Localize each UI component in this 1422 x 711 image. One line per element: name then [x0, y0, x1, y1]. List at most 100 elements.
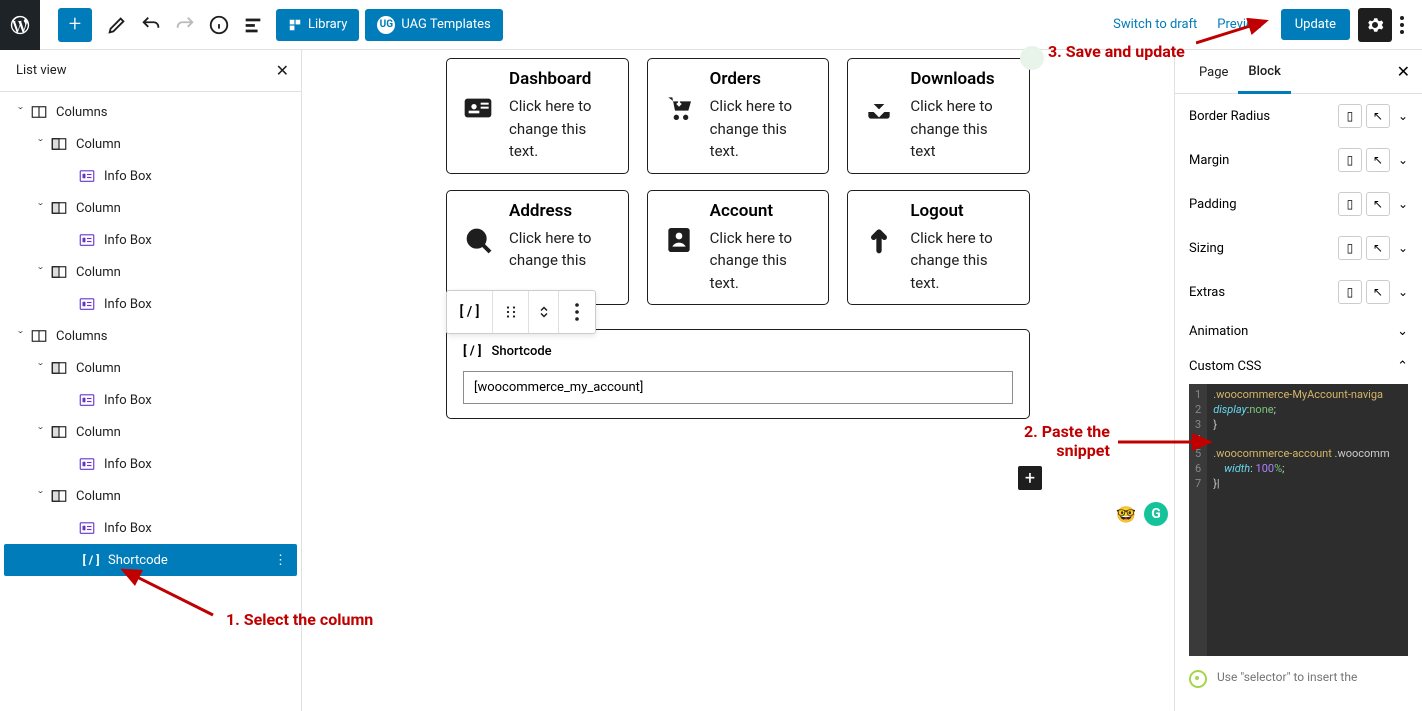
info-box-orders[interactable]: OrdersClick here to change this text. [647, 58, 830, 174]
tab-page[interactable]: Page [1189, 51, 1238, 92]
infobox-icon [78, 455, 96, 473]
list-view-item-column[interactable]: ›Column [0, 256, 301, 288]
panel-extras[interactable]: Extras ▯↖⌄ [1175, 270, 1422, 314]
undo-icon[interactable] [134, 8, 168, 42]
list-view-item-label: Column [76, 425, 121, 440]
info-box-downloads[interactable]: DownloadsClick here to change this text [847, 58, 1030, 174]
list-view-item-label: Column [76, 489, 121, 504]
drag-handle-icon[interactable] [493, 291, 529, 333]
card-title: Address [509, 201, 614, 221]
hint-bulb-icon [1189, 670, 1207, 688]
chevron-down-icon[interactable]: ⌄ [1398, 241, 1408, 255]
chevron-down-icon[interactable]: › [15, 330, 26, 342]
item-options-icon[interactable]: ⋮ [274, 553, 287, 568]
panel-sizing[interactable]: Sizing ▯↖⌄ [1175, 226, 1422, 270]
list-view-item-info-box[interactable]: Info Box [0, 224, 301, 256]
add-block-button[interactable]: + [58, 8, 92, 42]
library-label: Library [308, 17, 347, 32]
move-up-down-icon[interactable] [529, 291, 559, 333]
card-title: Downloads [910, 69, 1015, 89]
panel-custom-css[interactable]: Custom CSS ⌃ [1175, 349, 1422, 384]
info-box-account[interactable]: AccountClick here to change this text. [647, 190, 830, 306]
download-icon [862, 91, 896, 125]
shortcode-toolbar-icon[interactable]: [ / ] [447, 291, 493, 333]
list-view-item-info-box[interactable]: Info Box [0, 288, 301, 320]
cursor-icon[interactable]: ↖ [1366, 280, 1390, 304]
column-icon [50, 487, 68, 505]
chevron-up-icon[interactable]: ⌃ [1397, 359, 1408, 374]
device-desktop-icon[interactable]: ▯ [1338, 148, 1362, 172]
wordpress-logo[interactable] [0, 0, 40, 50]
chevron-down-icon[interactable]: ⌄ [1398, 197, 1408, 211]
device-desktop-icon[interactable]: ▯ [1338, 104, 1362, 128]
device-desktop-icon[interactable]: ▯ [1338, 236, 1362, 260]
update-button[interactable]: Update [1281, 9, 1350, 40]
more-options-icon[interactable] [1392, 16, 1412, 34]
chevron-down-icon[interactable]: › [35, 202, 46, 214]
list-view-item-column[interactable]: › Column [0, 480, 301, 512]
panel-margin[interactable]: Margin ▯↖⌄ [1175, 138, 1422, 182]
switch-to-draft-link[interactable]: Switch to draft [1103, 17, 1207, 32]
info-box-dashboard[interactable]: DashboardClick here to change this text. [446, 58, 629, 174]
settings-gear-button[interactable] [1358, 8, 1392, 42]
cursor-icon[interactable]: ↖ [1366, 192, 1390, 216]
list-view-item-label: Shortcode [108, 553, 168, 568]
list-view-item-column[interactable]: › Column [0, 416, 301, 448]
custom-css-editor[interactable]: 1234567 .woocommerce-MyAccount-naviga di… [1189, 384, 1408, 656]
cursor-icon[interactable]: ↖ [1366, 148, 1390, 172]
list-view-item-info-box[interactable]: Info Box [0, 512, 301, 544]
block-more-options-icon[interactable] [559, 291, 595, 333]
panel-border-radius[interactable]: Border Radius ▯↖⌄ [1175, 94, 1422, 138]
cursor-icon[interactable]: ↖ [1366, 104, 1390, 128]
chevron-down-icon[interactable]: ⌄ [1398, 285, 1408, 299]
library-button[interactable]: Library [276, 9, 359, 41]
column-icon [50, 135, 68, 153]
cart-icon [662, 91, 696, 125]
info-icon[interactable] [202, 8, 236, 42]
chevron-down-icon[interactable]: ⌄ [1398, 153, 1408, 167]
list-view-item-columns[interactable]: ›Columns [0, 320, 301, 352]
info-box-address[interactable]: AddressClick here to change this [446, 190, 629, 306]
chevron-down-icon[interactable]: ⌄ [1397, 324, 1408, 339]
block-floating-toolbar: [ / ] [446, 290, 596, 334]
add-block-inline-button[interactable]: + [1018, 466, 1042, 490]
list-view-item-label: Column [76, 361, 121, 376]
account-icon [662, 223, 696, 257]
column-icon [50, 423, 68, 441]
list-view-item-info-box[interactable]: Info Box [0, 384, 301, 416]
info-box-logout[interactable]: LogoutClick here to change this text. [847, 190, 1030, 306]
list-view-item-shortcode[interactable]: [ / ]Shortcode⋮ [4, 544, 297, 576]
list-view-item-column[interactable]: › Column [0, 352, 301, 384]
shortcode-block[interactable]: [ / ] Shortcode [446, 329, 1030, 419]
chevron-down-icon[interactable]: › [35, 266, 46, 278]
list-view-item-columns[interactable]: ›Columns [0, 96, 301, 128]
edit-tool-icon[interactable] [100, 8, 134, 42]
list-view-item-info-box[interactable]: Info Box [0, 160, 301, 192]
infobox-icon [78, 167, 96, 185]
infobox-icon [78, 231, 96, 249]
tab-block[interactable]: Block [1238, 50, 1290, 94]
panel-animation[interactable]: Animation ⌄ [1175, 314, 1422, 349]
list-view-item-label: Column [76, 201, 121, 216]
close-inspector-icon[interactable]: ✕ [1397, 62, 1410, 81]
chevron-down-icon[interactable]: › [15, 106, 26, 118]
chevron-down-icon[interactable]: ⌄ [1398, 109, 1408, 123]
chevron-down-icon[interactable]: › [35, 138, 46, 150]
preview-link[interactable]: Preview [1207, 17, 1272, 32]
device-desktop-icon[interactable]: ▯ [1338, 192, 1362, 216]
cursor-icon[interactable]: ↖ [1366, 236, 1390, 260]
grammarly-icon: G [1144, 502, 1168, 526]
list-view-icon[interactable] [236, 8, 270, 42]
shortcode-input[interactable] [463, 371, 1013, 404]
list-view-item-info-box[interactable]: Info Box [0, 448, 301, 480]
list-view-item-column[interactable]: › Column [0, 192, 301, 224]
chevron-down-icon[interactable]: › [35, 426, 46, 438]
chevron-down-icon[interactable]: › [35, 362, 46, 374]
uag-templates-button[interactable]: UGUAG Templates [365, 9, 502, 41]
device-desktop-icon[interactable]: ▯ [1338, 280, 1362, 304]
chevron-down-icon[interactable]: › [35, 490, 46, 502]
close-list-view-icon[interactable]: ✕ [276, 61, 289, 80]
panel-padding[interactable]: Padding ▯↖⌄ [1175, 182, 1422, 226]
card-title: Logout [910, 201, 1015, 221]
list-view-item-column[interactable]: ›Column [0, 128, 301, 160]
